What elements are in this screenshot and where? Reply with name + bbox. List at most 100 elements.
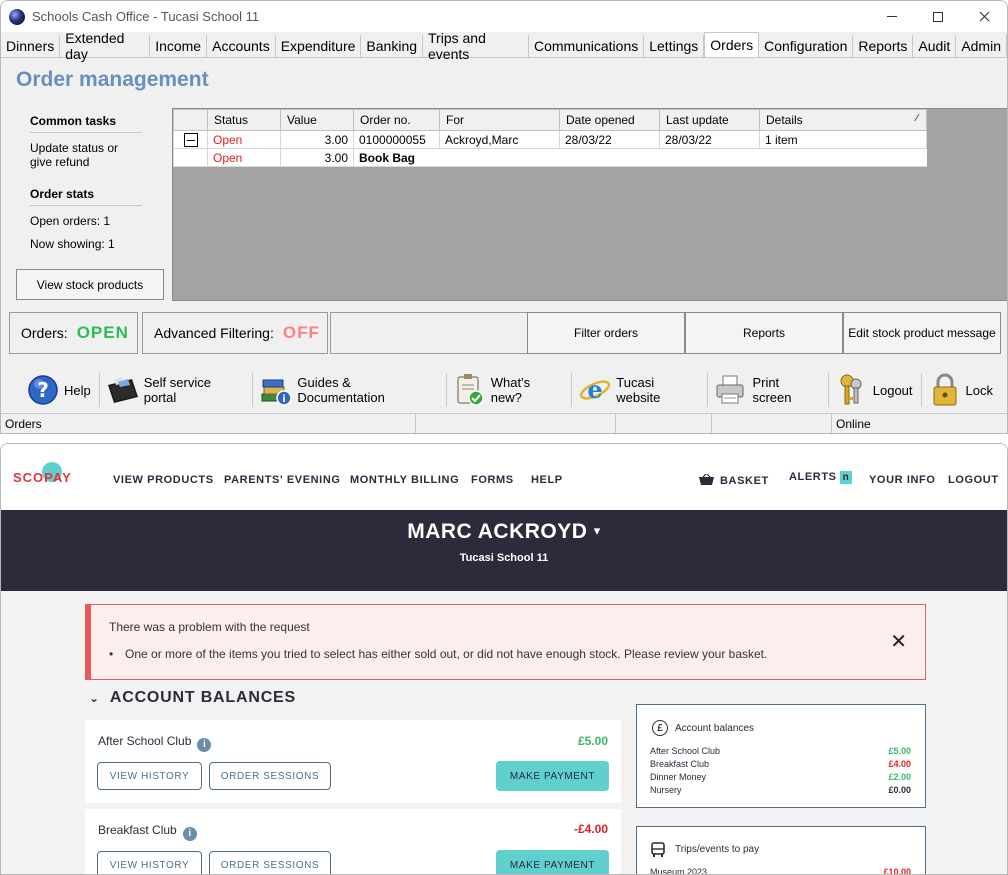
column-header-order-no[interactable]: Order no. <box>353 109 440 131</box>
menu-admin[interactable]: Admin <box>956 35 1007 57</box>
toolbar-logout-label: Logout <box>872 382 913 398</box>
nav-alerts[interactable]: ALERTS n <box>789 471 853 484</box>
filter-orders-button[interactable]: Filter orders <box>527 312 685 354</box>
menu-trips-and-events[interactable]: Trips and events <box>423 30 529 62</box>
sub-row-spacer <box>173 148 208 167</box>
toolbar-tucasi-website-label: Tucasi website <box>616 375 661 405</box>
toolbar-help-label: Help <box>64 382 91 398</box>
orders-grid: Status Value Order no. For Date opened L… <box>172 108 1007 301</box>
nav-parents-evening[interactable]: PARENTS' EVENING <box>224 474 341 486</box>
advanced-filtering-panel[interactable]: Advanced Filtering: OFF <box>142 312 328 354</box>
close-alert-icon[interactable]: ✕ <box>890 629 907 654</box>
column-header-details[interactable]: Details ⁄ <box>759 109 927 131</box>
toolbar-help[interactable]: ? Help <box>26 373 100 407</box>
column-header-last-update[interactable]: Last update <box>659 109 760 131</box>
nav-your-info[interactable]: YOUR INFO <box>869 474 936 486</box>
row-expander-cell[interactable] <box>173 130 208 149</box>
toolbar-whats-new[interactable]: What's new? <box>453 373 573 407</box>
user-name-dropdown[interactable]: MARC ACKROYD ▾ <box>1 520 1007 544</box>
error-alert: There was a problem with the request One… <box>85 604 926 680</box>
nav-view-products[interactable]: VIEW PRODUCTS <box>113 474 214 486</box>
order-no-cell: 0100000055 <box>353 130 440 149</box>
toolbar-print-screen-label: Print screen <box>752 375 792 405</box>
order-sessions-button[interactable]: ORDER SESSIONS <box>209 851 331 874</box>
close-button[interactable] <box>961 1 1007 32</box>
minimize-button[interactable] <box>869 1 915 32</box>
menu-communications[interactable]: Communications <box>529 35 645 57</box>
toolbar-logout[interactable]: Logout <box>835 373 922 407</box>
side-balance-name: After School Club <box>650 746 721 756</box>
task-panel: Common tasks Update status or give refun… <box>30 114 142 260</box>
menu-audit[interactable]: Audit <box>913 35 957 57</box>
reports-button[interactable]: Reports <box>685 312 843 354</box>
date-opened-cell: 28/03/22 <box>559 130 660 149</box>
toolbar-self-service-portal[interactable]: Self service portal <box>106 373 254 407</box>
table-sub-row[interactable]: Open 3.00 Book Bag <box>173 148 927 167</box>
column-header-value[interactable]: Value <box>280 109 354 131</box>
toolbar-guides-documentation[interactable]: i Guides & Documentation <box>259 373 448 407</box>
side-balances-heading: Account balances <box>675 723 754 734</box>
sub-value-cell: 3.00 <box>280 148 354 167</box>
side-trip-row[interactable]: Museum 2023 £10.00 <box>650 867 911 874</box>
toolbar-print-screen[interactable]: Print screen <box>714 373 829 407</box>
column-header-date-opened[interactable]: Date opened <box>559 109 660 131</box>
menu-income[interactable]: Income <box>150 35 208 57</box>
column-header-details-label: Details <box>766 113 803 127</box>
scopay-logo[interactable]: SCOPAY <box>13 461 83 493</box>
make-payment-button[interactable]: MAKE PAYMENT <box>496 850 609 874</box>
details-cell: 1 item <box>759 130 927 149</box>
menu-extended-day[interactable]: Extended day <box>60 30 151 62</box>
account-balances-toggle[interactable]: ⌄ ACCOUNT BALANCES <box>89 689 296 707</box>
menu-configuration[interactable]: Configuration <box>759 35 854 57</box>
view-history-button[interactable]: VIEW HISTORY <box>97 851 202 874</box>
update-status-link[interactable]: Update status or give refund <box>30 141 142 169</box>
menu-orders[interactable]: Orders <box>704 32 760 57</box>
page-title: Order management <box>16 68 209 91</box>
status-section-name: Orders <box>1 414 416 433</box>
bottom-toolbar: ? Help Self service portal i Guides & Do… <box>26 370 1007 410</box>
error-message: One or more of the items you tried to se… <box>109 647 767 661</box>
toolbar-tucasi-website[interactable]: e Tucasi website <box>578 373 709 407</box>
menu-banking[interactable]: Banking <box>361 35 424 57</box>
status-section-2 <box>416 414 616 433</box>
account-card-after-school-club: After School Club i £5.00 VIEW HISTORY OR… <box>85 720 621 803</box>
alerts-badge: n <box>839 471 853 484</box>
sub-item-cell: Book Bag <box>353 148 927 167</box>
basket-icon <box>699 474 714 485</box>
app-orb-icon <box>9 8 25 25</box>
menu-reports[interactable]: Reports <box>853 35 914 57</box>
info-icon[interactable]: i <box>197 738 212 752</box>
toolbar-lock-label: Lock <box>965 382 993 398</box>
make-payment-button[interactable]: MAKE PAYMENT <box>496 761 609 791</box>
order-sessions-button[interactable]: ORDER SESSIONS <box>209 762 331 790</box>
cash-office-window: Schools Cash Office - Tucasi School 11 D… <box>0 0 1008 434</box>
nav-monthly-billing[interactable]: MONTHLY BILLING <box>350 474 459 486</box>
menu-accounts[interactable]: Accounts <box>207 35 276 57</box>
info-icon[interactable]: i <box>182 827 197 841</box>
nav-forms[interactable]: FORMS <box>471 474 514 486</box>
view-history-button[interactable]: VIEW HISTORY <box>97 762 202 790</box>
toolbar-lock[interactable]: Lock <box>928 373 1001 407</box>
school-name: Tucasi School 11 <box>459 552 549 564</box>
collapse-icon[interactable] <box>183 132 198 147</box>
menu-lettings[interactable]: Lettings <box>644 35 705 57</box>
column-header-status[interactable]: Status <box>207 109 281 131</box>
user-hero: MARC ACKROYD ▾ Tucasi School 11 <box>1 510 1007 591</box>
menu-expenditure[interactable]: Expenditure <box>276 35 362 57</box>
orders-status-panel: Orders: OPEN <box>9 312 138 354</box>
column-header-for[interactable]: For <box>439 109 560 131</box>
nav-logout[interactable]: LOGOUT <box>948 474 999 486</box>
nav-basket[interactable]: BASKET <box>699 474 769 487</box>
account-name-text: After School Club <box>98 734 192 748</box>
window-status-bar: Orders Online <box>1 413 1007 433</box>
edit-stock-product-message-button[interactable]: Edit stock product message <box>843 312 1001 354</box>
user-name: MARC ACKROYD <box>407 520 588 543</box>
maximize-button[interactable] <box>915 1 961 32</box>
maximize-icon <box>933 11 943 22</box>
view-stock-products-button[interactable]: View stock products <box>16 269 164 300</box>
bus-icon <box>651 842 665 857</box>
nav-help[interactable]: HELP <box>531 474 563 486</box>
side-balance-row: Breakfast Club £4.00 <box>650 759 911 769</box>
menu-dinners[interactable]: Dinners <box>1 35 61 57</box>
table-row[interactable]: Open 3.00 0100000055 Ackroyd,Marc 28/03/… <box>173 130 927 149</box>
